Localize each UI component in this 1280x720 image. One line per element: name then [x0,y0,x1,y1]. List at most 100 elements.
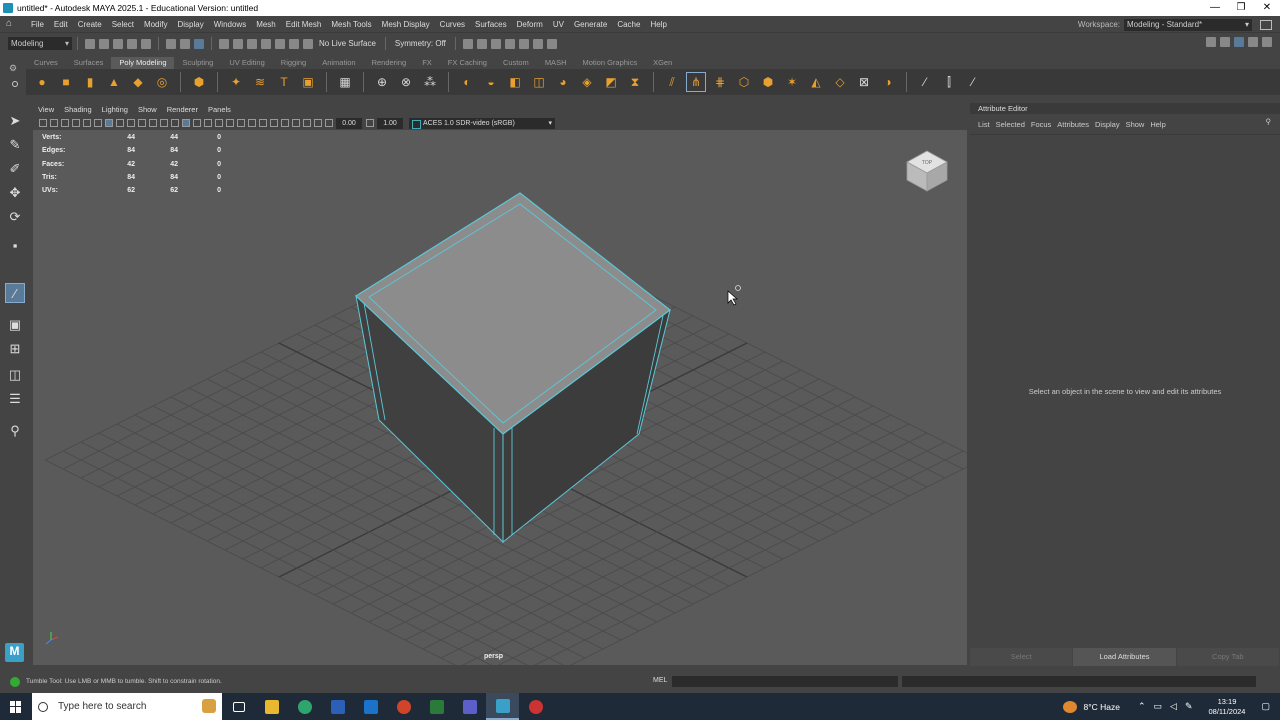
bevel-icon[interactable]: ◈ [578,73,596,91]
modeling-toolkit-icon[interactable] [1262,37,1272,47]
menu-help[interactable]: Help [645,20,671,29]
attribute-editor-toggle-icon[interactable] [1234,37,1244,47]
shelf-tab-surfaces[interactable]: Surfaces [66,57,112,69]
taskbar-search-box[interactable]: Type here to search [32,693,222,720]
ae-menu-list[interactable]: List [975,120,993,129]
menu-display[interactable]: Display [173,20,209,29]
poly-cone-icon[interactable]: ▲ [105,73,123,91]
menu-create[interactable]: Create [73,20,107,29]
taskbar-clock[interactable]: 13:19 08/11/2024 [1209,697,1246,717]
live-surface-label[interactable]: No Live Surface [319,39,376,48]
render-settings-icon[interactable] [504,38,515,49]
script-language-toggle[interactable]: MEL [653,677,667,684]
menu-deform[interactable]: Deform [512,20,548,29]
select-component-icon[interactable] [194,38,204,49]
open-scene-icon[interactable] [99,38,109,49]
exposure-icon[interactable] [324,119,333,127]
ambient-occlusion-icon[interactable] [236,119,245,127]
smooth-icon[interactable]: ◐ [458,73,476,91]
menu-cache[interactable]: Cache [612,20,645,29]
ae-menu-selected[interactable]: Selected [993,120,1028,129]
workspace-dropdown[interactable]: Modeling - Standard* [1124,18,1252,31]
reduce-icon[interactable]: ◒ [482,73,500,91]
weather-icon[interactable] [1063,700,1078,713]
resolution-gate-icon[interactable] [126,119,135,127]
single-perspective-layout-icon[interactable]: ▣ [5,315,25,335]
grid-icon[interactable] [104,119,113,127]
snap-point-icon[interactable] [247,38,257,49]
menu-curves[interactable]: Curves [435,20,470,29]
shelf-tab-uv-editing[interactable]: UV Editing [221,57,272,69]
separate-icon[interactable]: ⊗ [397,73,415,91]
ae-menu-focus[interactable]: Focus [1028,120,1054,129]
windows-start-icon[interactable] [10,700,22,713]
isolate-select-icon[interactable] [280,119,289,127]
viewport-menu-renderer[interactable]: Renderer [162,105,203,114]
gamma-field[interactable]: 1.00 [377,117,403,129]
shelf-tab-curves[interactable]: Curves [26,57,66,69]
toolbox-toggle-icon[interactable] [1206,37,1216,47]
maximize-button[interactable]: ❐ [1228,0,1254,16]
super-shape-icon[interactable]: ✦ [227,73,245,91]
triangulate-icon[interactable]: ⧗ [626,73,644,91]
volume-icon[interactable]: ◁ [1170,701,1177,712]
viewport-menu-show[interactable]: Show [133,105,162,114]
bookmark-icon[interactable] [60,119,69,127]
offset-edge-loop-icon[interactable]: ⋕ [711,73,729,91]
wireframe-icon[interactable] [170,119,179,127]
new-scene-icon[interactable] [85,38,95,49]
menu-file[interactable]: File [26,20,49,29]
chevron-up-icon[interactable]: ⌃ [1138,701,1146,712]
camera-attributes-icon[interactable] [49,119,58,127]
shelf-tab-sculpting[interactable]: Sculpting [174,57,221,69]
pt-app-icon[interactable] [420,693,453,720]
render-view-icon[interactable] [462,38,473,49]
shelf-options[interactable]: ⚙ [0,57,26,95]
search-icon[interactable]: ⚲ [5,421,25,441]
viewport-scene[interactable]: TOP [33,130,967,665]
snap-grid-icon[interactable] [219,38,229,49]
ae-copy-tab-button[interactable]: Copy Tab [1176,648,1279,666]
menu-edit[interactable]: Edit [49,20,73,29]
shelf-menu-icon[interactable] [12,81,18,87]
menu-generate[interactable]: Generate [569,20,612,29]
word-icon[interactable] [321,693,354,720]
command-line-input[interactable] [672,676,898,687]
smooth-shade-icon[interactable] [181,119,190,127]
teams-icon[interactable] [453,693,486,720]
film-gate-icon[interactable] [115,119,124,127]
shelf-tab-rendering[interactable]: Rendering [364,57,415,69]
shelf-tab-fx[interactable]: FX [414,57,440,69]
gear-icon[interactable]: ⚙ [9,63,17,74]
select-tool-icon[interactable]: ➤ [5,111,25,131]
channel-box-toggle-icon[interactable] [1248,37,1258,47]
xray-icon[interactable] [291,119,300,127]
fill-hole-icon[interactable]: ◩ [602,73,620,91]
notifications-icon[interactable]: ▢ [1261,701,1270,712]
anti-aliasing-icon[interactable] [258,119,267,127]
shelf-tab-rigging[interactable]: Rigging [273,57,314,69]
sweep-mesh-icon[interactable]: ≋ [251,73,269,91]
task-view-icon[interactable] [222,693,255,720]
perspective-viewport[interactable]: TOP Verts: 44 44 0 Edges: 84 84 0 Faces: 42 42 0 … [33,130,967,665]
layout-icon[interactable] [1220,37,1230,47]
ipr-render-icon[interactable] [490,38,501,49]
close-button[interactable]: ✕ [1254,0,1280,16]
use-all-lights-icon[interactable] [214,119,223,127]
shadows-icon[interactable] [225,119,234,127]
shelf-tab-xgen[interactable]: XGen [645,57,680,69]
color-space-dropdown[interactable]: ACES 1.0 SDR-video (sRGB) [409,117,555,129]
file-explorer-icon[interactable] [255,693,288,720]
redo-icon[interactable] [141,38,151,49]
paint-select-icon[interactable]: ⁄ [916,73,934,91]
motion-blur-icon[interactable] [247,119,256,127]
shelf-tab-mash[interactable]: MASH [537,57,575,69]
viewport-menu-shading[interactable]: Shading [59,105,97,114]
shelf-tab-fx-caching[interactable]: FX Caching [440,57,495,69]
network-icon[interactable]: ▭ [1154,701,1163,712]
home-icon[interactable]: ⌂ [6,19,20,29]
poly-sphere-icon[interactable]: ● [33,73,51,91]
merge-icon[interactable]: ⬢ [759,73,777,91]
mirror-icon[interactable]: ◧ [506,73,524,91]
menu-surfaces[interactable]: Surfaces [470,20,512,29]
